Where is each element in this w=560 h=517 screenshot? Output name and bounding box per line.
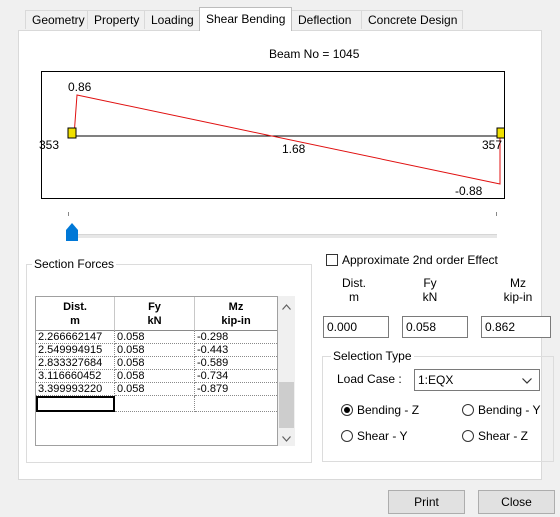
fy-unit: kN xyxy=(422,290,438,304)
table-cell-mz[interactable]: -0.734 xyxy=(195,370,277,383)
slider-tick-left xyxy=(68,212,69,216)
end-value-label: -0.88 xyxy=(455,184,483,198)
col-header-fy[interactable]: Fy kN xyxy=(115,297,195,331)
dist-label: Dist. xyxy=(342,276,366,290)
right-node-label: 357 xyxy=(482,138,503,152)
table-cell-dist[interactable]: 2.833327684 xyxy=(36,357,115,370)
load-case-label: Load Case : xyxy=(337,372,402,386)
mid-value-label: 1.68 xyxy=(282,142,306,156)
approx-2nd-order-label[interactable]: Approximate 2nd order Effect xyxy=(342,253,498,267)
bending-y-label[interactable]: Bending - Y xyxy=(478,403,541,417)
position-slider-track[interactable] xyxy=(76,234,497,238)
fy-label: Fy xyxy=(423,276,437,290)
table-cell-dist[interactable]: 2.266662147 xyxy=(36,331,115,344)
col-header-dist-label: Dist. xyxy=(63,301,87,313)
left-node-label: 353 xyxy=(39,138,60,152)
tab-concrete-design[interactable]: Concrete Design xyxy=(361,10,463,29)
col-header-mz-unit: kip-in xyxy=(221,315,251,327)
approx-2nd-order-checkbox[interactable] xyxy=(326,254,338,266)
table-cell-mz[interactable]: -0.298 xyxy=(195,331,277,344)
table-cell-fy[interactable]: 0.058 xyxy=(115,383,195,396)
fy-value-field[interactable]: 0.058 xyxy=(402,316,468,338)
col-header-fy-unit: kN xyxy=(147,315,162,327)
table-cell-fy[interactable]: 0.058 xyxy=(115,331,195,344)
table-cell-mz[interactable]: -0.443 xyxy=(195,344,277,357)
section-forces-table[interactable]: Dist. m Fy kN Mz kip-in 2.266662147 0.05… xyxy=(35,296,278,446)
table-cell-mz[interactable]: -0.589 xyxy=(195,357,277,370)
radio-bending-z[interactable] xyxy=(341,404,353,416)
left-support xyxy=(67,127,77,139)
table-cell-dist-selected[interactable] xyxy=(36,396,115,412)
tab-property[interactable]: Property xyxy=(87,10,145,29)
close-button[interactable]: Close xyxy=(478,490,555,514)
load-case-select[interactable]: 1:EQX xyxy=(414,369,540,391)
scroll-down-icon[interactable] xyxy=(282,436,291,442)
table-cell-mz[interactable]: -0.879 xyxy=(195,383,277,396)
tab-bar: Geometry Property Loading Shear Bending … xyxy=(0,0,560,31)
scroll-up-icon[interactable] xyxy=(282,304,291,310)
tab-shear-bending[interactable]: Shear Bending xyxy=(199,7,292,31)
print-button[interactable]: Print xyxy=(388,490,465,514)
beam-title: Beam No = 1045 xyxy=(269,47,360,61)
col-header-dist[interactable]: Dist. m xyxy=(36,297,115,331)
section-forces-title: Section Forces xyxy=(32,257,117,271)
bending-z-label[interactable]: Bending - Z xyxy=(357,403,419,417)
table-cell-dist[interactable]: 3.116660452 xyxy=(36,370,115,383)
moment-line xyxy=(73,94,501,185)
col-header-dist-unit: m xyxy=(70,315,80,327)
mz-unit: kip-in xyxy=(503,290,533,304)
radio-bending-y[interactable] xyxy=(462,404,474,416)
tab-geometry[interactable]: Geometry xyxy=(25,10,88,29)
tab-deflection[interactable]: Deflection xyxy=(291,10,362,29)
table-cell-fy[interactable]: 0.058 xyxy=(115,357,195,370)
col-header-mz-label: Mz xyxy=(228,301,244,313)
mz-label: Mz xyxy=(510,276,526,290)
scroll-thumb[interactable] xyxy=(279,382,294,428)
shear-z-label[interactable]: Shear - Z xyxy=(478,429,528,443)
table-cell-fy[interactable] xyxy=(115,396,195,412)
radio-shear-z[interactable] xyxy=(462,430,474,442)
shear-y-label[interactable]: Shear - Y xyxy=(357,429,407,443)
tab-loading[interactable]: Loading xyxy=(144,10,200,29)
table-cell-mz[interactable] xyxy=(195,396,277,412)
chevron-down-icon xyxy=(522,378,532,384)
col-header-mz[interactable]: Mz kip-in xyxy=(195,297,277,331)
slider-tick-right xyxy=(496,212,497,216)
dist-value-field[interactable]: 0.000 xyxy=(323,316,389,338)
table-cell-fy[interactable]: 0.058 xyxy=(115,370,195,383)
table-cell-dist[interactable]: 3.399993220 xyxy=(36,383,115,396)
selection-type-title: Selection Type xyxy=(331,349,414,363)
col-header-fy-label: Fy xyxy=(148,301,161,313)
right-support xyxy=(496,127,504,139)
position-slider-thumb[interactable] xyxy=(65,222,79,242)
table-cell-fy[interactable]: 0.058 xyxy=(115,344,195,357)
radio-shear-y[interactable] xyxy=(341,430,353,442)
diagram-svg xyxy=(67,94,504,185)
table-vertical-scrollbar[interactable] xyxy=(278,296,295,446)
start-value-label: 0.86 xyxy=(68,80,92,94)
shear-bending-diagram: 0.86 353 1.68 357 -0.88 xyxy=(39,71,505,199)
dist-unit: m xyxy=(349,290,359,304)
mz-value-field[interactable]: 0.862 xyxy=(481,316,551,338)
load-case-value: 1:EQX xyxy=(418,373,454,387)
table-cell-dist[interactable]: 2.549994915 xyxy=(36,344,115,357)
